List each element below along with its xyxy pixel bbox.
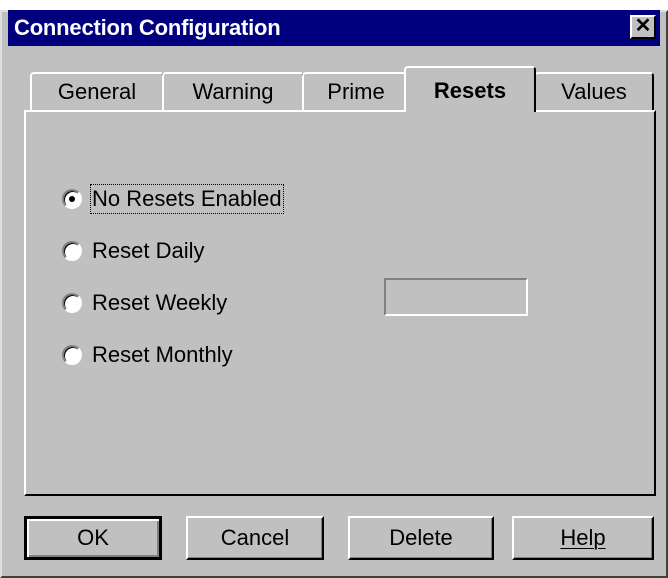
- tab-prime[interactable]: Prime: [302, 72, 410, 110]
- ok-button[interactable]: OK: [24, 516, 162, 560]
- help-label: Help: [560, 525, 606, 550]
- tab-warning[interactable]: Warning: [162, 72, 304, 110]
- window-title: Connection Configuration: [14, 15, 281, 40]
- tab-label: Warning: [192, 79, 274, 104]
- tab-label: Prime: [327, 79, 385, 104]
- tab-label: Values: [561, 79, 627, 104]
- cancel-button[interactable]: Cancel: [186, 516, 324, 560]
- title-bar[interactable]: Connection Configuration ✕: [8, 10, 660, 46]
- help-button[interactable]: Help: [512, 516, 654, 560]
- tab-general[interactable]: General: [30, 72, 164, 110]
- radio-button[interactable]: [62, 241, 82, 261]
- radio-reset-weekly[interactable]: Reset Weekly: [62, 288, 227, 318]
- radio-button[interactable]: [62, 345, 82, 365]
- radio-button[interactable]: [62, 293, 82, 313]
- radio-label: Reset Weekly: [92, 290, 228, 315]
- tab-resets[interactable]: Resets: [404, 66, 536, 112]
- close-button[interactable]: ✕: [630, 15, 656, 39]
- radio-label: Reset Daily: [92, 238, 205, 263]
- radio-reset-monthly[interactable]: Reset Monthly: [62, 340, 233, 370]
- close-icon: ✕: [634, 15, 652, 37]
- tab-values[interactable]: Values: [534, 72, 654, 110]
- tab-label: General: [57, 79, 137, 104]
- radio-reset-daily[interactable]: Reset Daily: [62, 236, 204, 266]
- radio-label: No Resets Enabled: [90, 184, 284, 214]
- radio-label: Reset Monthly: [92, 342, 233, 367]
- tab-label: Resets: [433, 78, 507, 103]
- delete-button[interactable]: Delete: [348, 516, 494, 560]
- radio-no-resets-enabled[interactable]: No Resets Enabled: [62, 184, 284, 214]
- radio-button-selected[interactable]: [62, 189, 82, 209]
- reset-value-field: [384, 278, 528, 316]
